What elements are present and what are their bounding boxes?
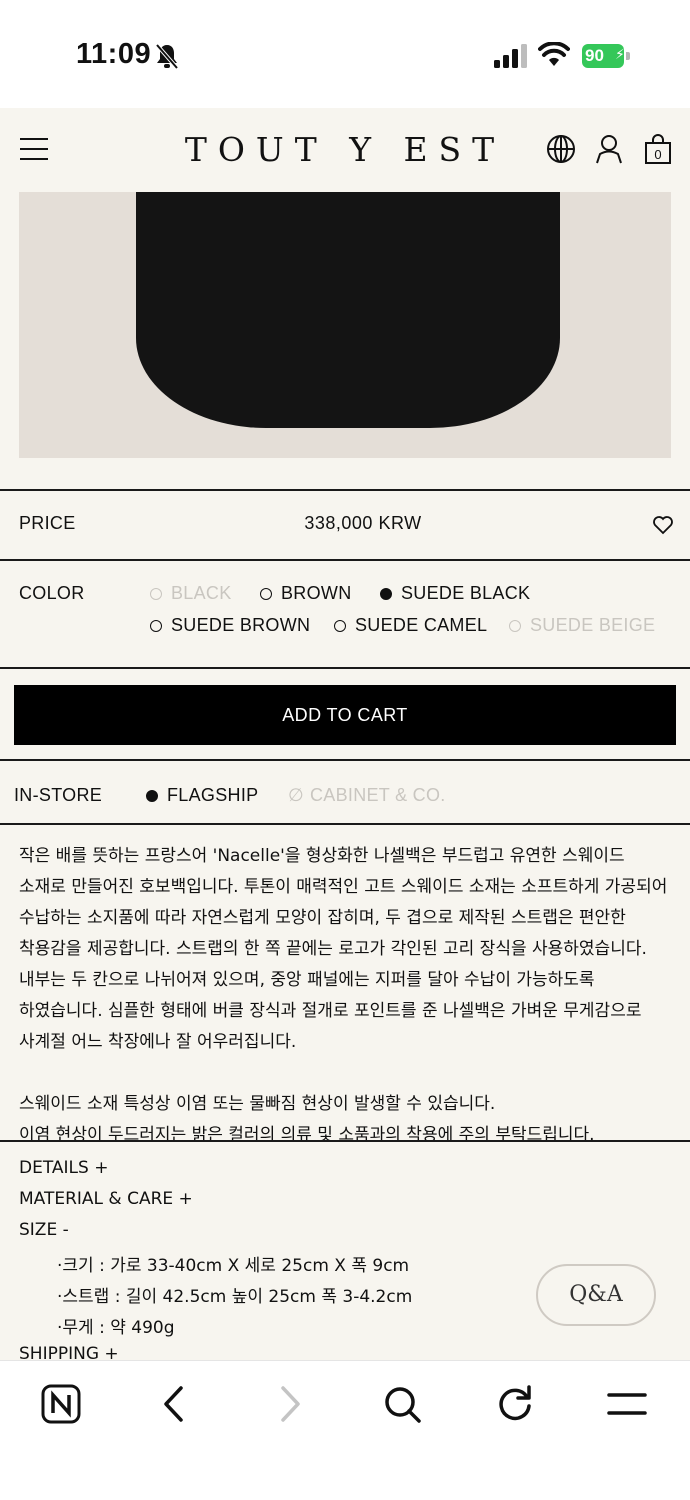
heart-icon[interactable] (652, 515, 674, 535)
add-to-cart-button[interactable]: ADD TO CART (14, 685, 676, 745)
site-header: TOUT Y EST 0 (0, 108, 690, 192)
cart-count: 0 (654, 147, 661, 162)
refresh-icon[interactable] (494, 1383, 536, 1425)
color-label: COLOR (19, 583, 85, 603)
search-icon[interactable] (381, 1383, 423, 1425)
instore-row: IN-STORE FLAGSHIP ∅ CABINET & CO. (0, 759, 690, 825)
details-section: DETAILS + MATERIAL & CARE + SIZE - ·크기 :… (0, 1140, 690, 1360)
brand-logo[interactable]: TOUT Y EST (0, 130, 690, 169)
price-value: 338,000 KRW (304, 513, 422, 533)
status-time: 11:09 (76, 38, 152, 70)
qa-button[interactable]: Q&A (536, 1264, 656, 1326)
size-strap: ·스트랩 : 길이 42.5cm 높이 25cm 폭 3-4.2cm (57, 1287, 413, 1307)
details-toggle[interactable]: DETAILS + (19, 1158, 108, 1178)
color-option-suede-brown[interactable]: SUEDE BROWN (150, 615, 310, 636)
product-image (19, 192, 671, 458)
material-care-toggle[interactable]: MATERIAL & CARE + (19, 1189, 193, 1209)
site-content: TOUT Y EST 0 PRICE 338,000 KRW COLOR BLA… (0, 108, 690, 1360)
forward-arrow-icon[interactable] (268, 1383, 310, 1425)
bolt-icon: ⚡ (615, 47, 625, 63)
bell-slash-icon (155, 43, 179, 70)
instore-label: IN-STORE (14, 785, 103, 805)
status-bar: 11:09 90 ⚡ (0, 0, 690, 108)
shipping-toggle[interactable]: SHIPPING + (19, 1344, 119, 1360)
unavailable-icon: ∅ (288, 785, 304, 805)
description-text: 작은 배를 뜻하는 프랑스어 'Nacelle'을 형상화한 나셀백은 부드럽고… (19, 841, 675, 1151)
size-dimensions: ·크기 : 가로 33-40cm X 세로 25cm X 폭 9cm (57, 1256, 410, 1276)
naver-home-icon[interactable] (40, 1383, 82, 1425)
back-arrow-icon[interactable] (154, 1383, 196, 1425)
size-weight: ·무게 : 약 490g (57, 1318, 175, 1338)
battery-charging-icon: 90 ⚡ (582, 44, 630, 68)
wifi-icon (538, 42, 570, 66)
globe-icon[interactable] (546, 134, 576, 164)
color-option-black[interactable]: BLACK (150, 583, 232, 604)
color-option-suede-beige[interactable]: SUEDE BEIGE (509, 615, 655, 636)
user-icon[interactable] (594, 134, 624, 164)
store-option-cabinet: ∅ CABINET & CO. (288, 785, 446, 805)
browser-toolbar (0, 1360, 690, 1500)
store-option-flagship[interactable]: FLAGSHIP (146, 785, 258, 806)
care-note-1: 스웨이드 소재 특성상 이염 또는 물빠짐 현상이 발생할 수 있습니다. (19, 1094, 496, 1114)
price-row: PRICE 338,000 KRW (0, 489, 690, 559)
description-section: 작은 배를 뜻하는 프랑스어 'Nacelle'을 형상화한 나셀백은 부드럽고… (0, 823, 690, 1145)
cart-row: ADD TO CART (0, 667, 690, 759)
size-toggle[interactable]: SIZE - (19, 1220, 69, 1240)
signal-icon (494, 44, 527, 68)
hamburger-menu-icon[interactable] (606, 1383, 648, 1425)
description-paragraph: 작은 배를 뜻하는 프랑스어 'Nacelle'을 형상화한 나셀백은 부드럽고… (19, 846, 668, 1052)
cart-bag-icon[interactable]: 0 (643, 134, 673, 164)
battery-level: 90 (585, 46, 604, 65)
color-option-brown[interactable]: BROWN (260, 583, 352, 604)
color-option-suede-camel[interactable]: SUEDE CAMEL (334, 615, 487, 636)
bag-photo (136, 192, 560, 428)
color-row: COLOR BLACK BROWN SUEDE BLACK SUEDE BROW… (0, 559, 690, 667)
color-option-suede-black[interactable]: SUEDE BLACK (380, 583, 530, 604)
